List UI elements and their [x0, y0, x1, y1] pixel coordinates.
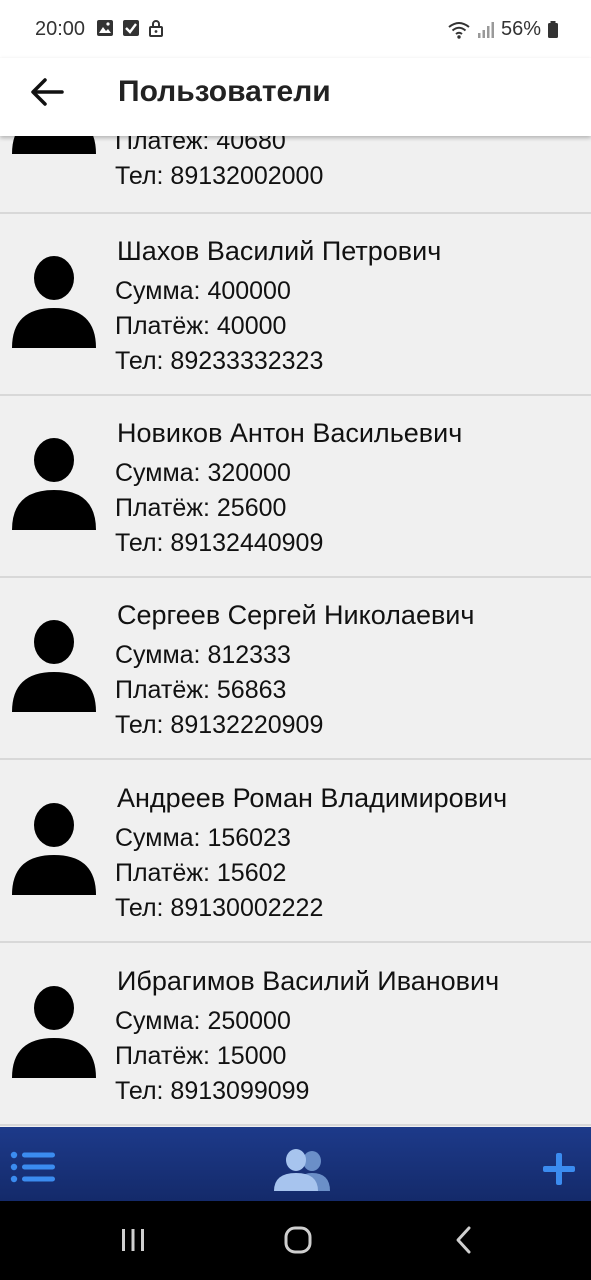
app-bar: Пользователи: [0, 58, 591, 136]
user-name: Шахов Василий Петрович: [117, 236, 442, 266]
user-name: Андреев Роман Владимирович: [117, 783, 508, 813]
avatar-icon: [12, 256, 96, 348]
home-icon[interactable]: [283, 1225, 313, 1255]
avatar-icon: [12, 803, 96, 895]
avatar-icon: [12, 438, 96, 530]
user-payment: Платёж: 56863: [115, 676, 287, 704]
notification-icons: [96, 19, 164, 37]
user-payment: Платёж: 15000: [115, 1042, 287, 1070]
image-icon: [97, 20, 113, 36]
list-item[interactable]: Новиков Антон Васильевич Сумма: 320000 П…: [0, 396, 591, 578]
status-right: 56%: [447, 18, 559, 41]
user-name: Сергеев Сергей Николаевич: [117, 600, 475, 630]
user-sum: Сумма: 320000: [115, 459, 291, 487]
back-icon[interactable]: [452, 1225, 476, 1255]
user-payment: Платёж: 15602: [115, 859, 287, 887]
user-phone: Тел: 8913099099: [115, 1077, 310, 1105]
bottom-nav-bar: [0, 1127, 591, 1201]
user-phone: Тел: 89132220909: [115, 711, 324, 739]
list-item[interactable]: Платеж: 40680 Тел: 89132002000: [0, 136, 591, 214]
user-sum: Сумма: 812333: [115, 641, 291, 669]
user-sum: Сумма: 400000: [115, 277, 291, 305]
list-item[interactable]: Ибрагимов Василий Иванович Сумма: 250000…: [0, 944, 591, 1126]
user-payment: Платеж: 40680: [115, 136, 286, 155]
user-payment: Платёж: 25600: [115, 494, 287, 522]
page-title: Пользователи: [118, 75, 331, 108]
user-name: Ибрагимов Василий Иванович: [117, 966, 500, 996]
list-item[interactable]: Сергеев Сергей Николаевич Сумма: 812333 …: [0, 578, 591, 760]
battery-icon: [548, 20, 558, 38]
status-bar: 20:00 56%: [0, 0, 591, 58]
add-icon[interactable]: [542, 1152, 576, 1186]
lock-icon: [149, 20, 163, 37]
status-time: 20:00: [35, 18, 86, 40]
user-sum: Сумма: 156023: [115, 824, 291, 852]
user-name: Новиков Антон Васильевич: [117, 418, 463, 448]
users-icon[interactable]: [274, 1147, 330, 1191]
list-item[interactable]: Андреев Роман Владимирович Сумма: 156023…: [0, 761, 591, 943]
avatar-icon: [12, 986, 96, 1078]
avatar-icon: [12, 136, 96, 154]
user-phone: Тел: 89130002222: [115, 894, 324, 922]
checkbox-icon: [123, 20, 139, 36]
user-phone: Тел: 89132440909: [115, 529, 324, 557]
list-icon[interactable]: [10, 1151, 56, 1183]
wifi-icon: [448, 21, 470, 39]
avatar-icon: [12, 620, 96, 712]
signal-icon: [477, 21, 494, 38]
user-phone: Тел: 89233332323: [115, 347, 324, 375]
user-list[interactable]: Платеж: 40680 Тел: 89132002000 Шахов Вас…: [0, 136, 591, 1126]
system-nav-bar: [0, 1201, 591, 1280]
list-item[interactable]: Шахов Василий Петрович Сумма: 400000 Пла…: [0, 214, 591, 396]
user-payment: Платёж: 40000: [115, 312, 287, 340]
user-phone: Тел: 89132002000: [115, 162, 324, 190]
recent-apps-icon[interactable]: [118, 1225, 148, 1255]
back-arrow-icon[interactable]: [28, 74, 68, 110]
battery-percent: 56%: [500, 18, 541, 40]
user-sum: Сумма: 250000: [115, 1007, 291, 1035]
